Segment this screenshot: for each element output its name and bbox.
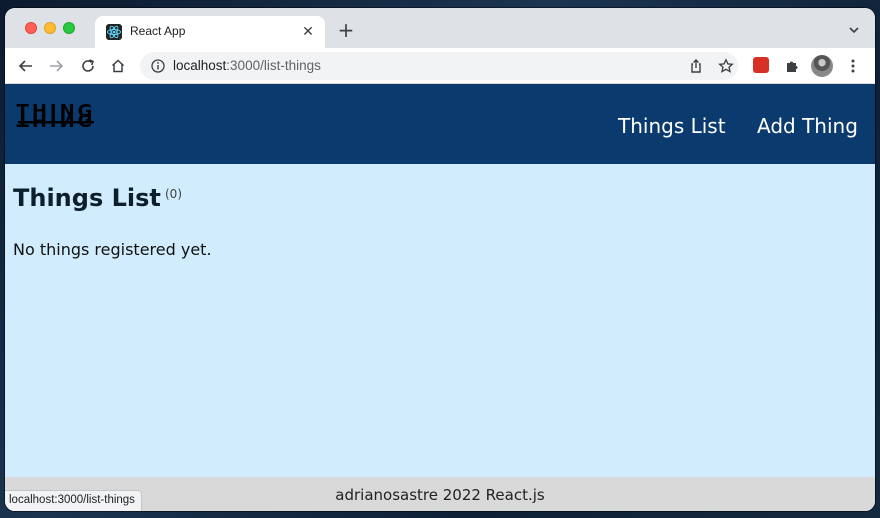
minimize-window-button[interactable] bbox=[44, 22, 56, 34]
thing-logo[interactable]: THING THING bbox=[16, 100, 96, 146]
browser-toolbar: localhost:3000/list-things bbox=[5, 48, 875, 84]
url-path: :3000/list-things bbox=[226, 58, 321, 73]
info-icon[interactable] bbox=[150, 58, 166, 74]
close-tab-icon[interactable]: ✕ bbox=[299, 23, 317, 41]
reload-icon[interactable] bbox=[77, 55, 99, 77]
back-arrow-icon[interactable] bbox=[15, 55, 37, 77]
browser-window: React App ✕ + localhost:3000/list-things… bbox=[5, 8, 875, 511]
kebab-menu-icon[interactable] bbox=[842, 55, 864, 77]
address-bar[interactable]: localhost:3000/list-things bbox=[140, 52, 738, 80]
react-favicon-icon bbox=[106, 24, 122, 40]
home-icon[interactable] bbox=[107, 55, 129, 77]
things-count: (0) bbox=[165, 187, 182, 201]
extension-icon[interactable] bbox=[753, 57, 769, 73]
svg-text:THING: THING bbox=[17, 109, 96, 130]
nav-add-thing[interactable]: Add Thing bbox=[757, 114, 858, 138]
tab-react-app[interactable]: React App ✕ bbox=[95, 16, 325, 48]
new-tab-button[interactable]: + bbox=[336, 20, 356, 40]
chevron-down-icon[interactable] bbox=[847, 22, 861, 36]
empty-message: No things registered yet. bbox=[13, 240, 212, 259]
page-title: Things List bbox=[13, 184, 161, 212]
avatar[interactable] bbox=[811, 55, 833, 77]
nav-things-list[interactable]: Things List bbox=[618, 114, 726, 138]
app-header: THING THING Things List Add Thing bbox=[5, 84, 875, 164]
url-host: localhost bbox=[173, 58, 227, 73]
puzzle-icon[interactable] bbox=[781, 55, 803, 77]
close-window-button[interactable] bbox=[25, 22, 37, 34]
url-text: localhost:3000/list-things bbox=[173, 58, 321, 73]
bookmark-star-icon[interactable] bbox=[715, 55, 737, 77]
tab-title: React App bbox=[130, 24, 186, 38]
tab-strip: React App ✕ + bbox=[5, 8, 875, 48]
status-url-bubble: localhost:3000/list-things bbox=[5, 490, 142, 511]
forward-arrow-icon[interactable] bbox=[45, 55, 67, 77]
share-icon[interactable] bbox=[685, 55, 707, 77]
maximize-window-button[interactable] bbox=[63, 22, 75, 34]
page-viewport: THING THING Things List Add Thing Things… bbox=[5, 84, 875, 511]
